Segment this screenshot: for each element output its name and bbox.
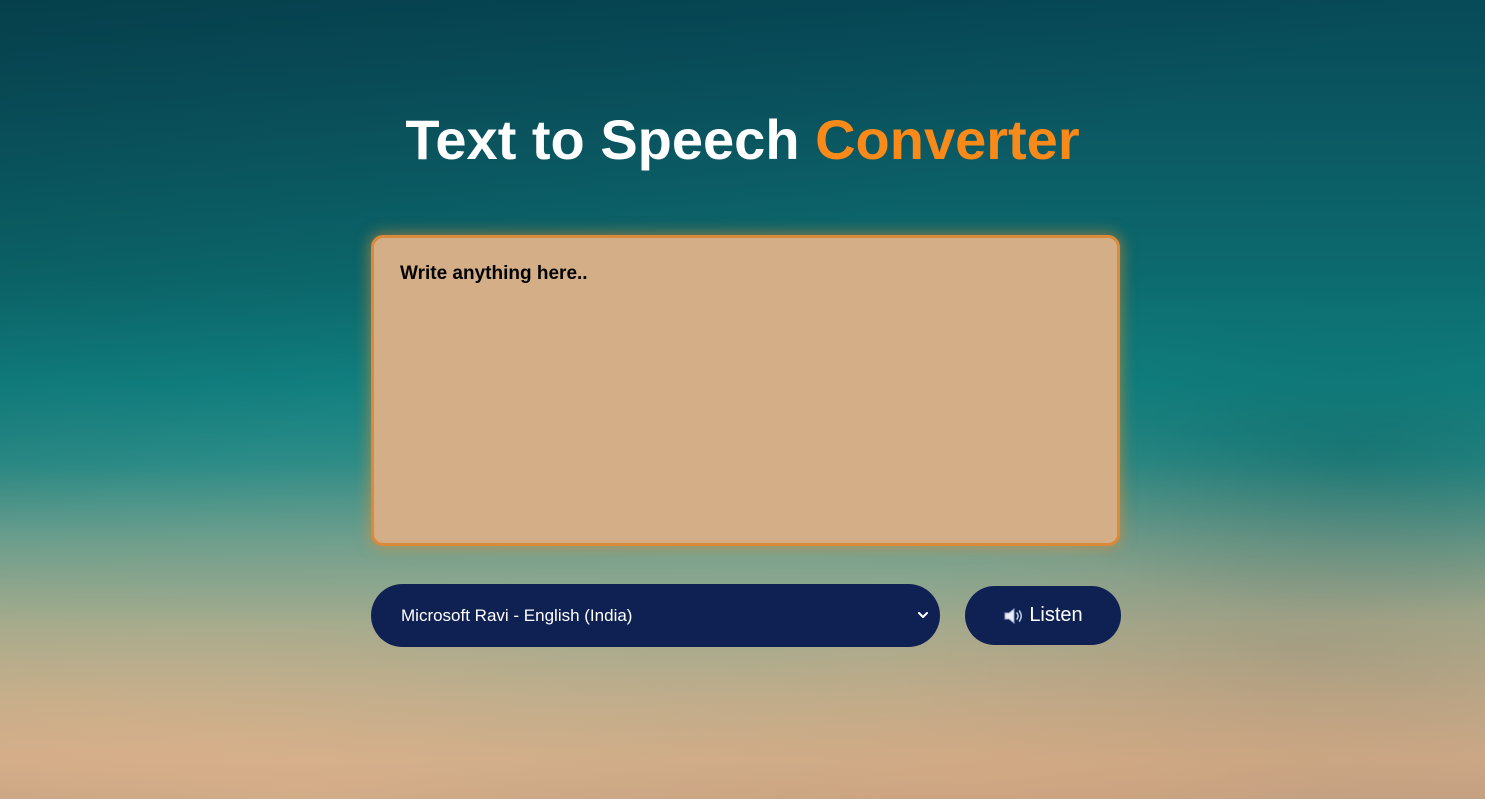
voice-select-value: Microsoft Ravi - English (India) [401, 605, 633, 625]
title-accent: Converter [815, 108, 1080, 171]
text-input[interactable] [371, 235, 1120, 546]
listen-button[interactable]: Listen [965, 586, 1121, 645]
listen-button-label: Listen [1029, 604, 1083, 626]
title-main: Text to Speech [405, 108, 800, 171]
voice-select[interactable]: Microsoft Ravi - English (India) [371, 584, 940, 647]
page-title: Text to Speech Converter [0, 108, 1485, 172]
chevron-down-icon [918, 611, 928, 621]
speaker-icon [1003, 606, 1025, 626]
